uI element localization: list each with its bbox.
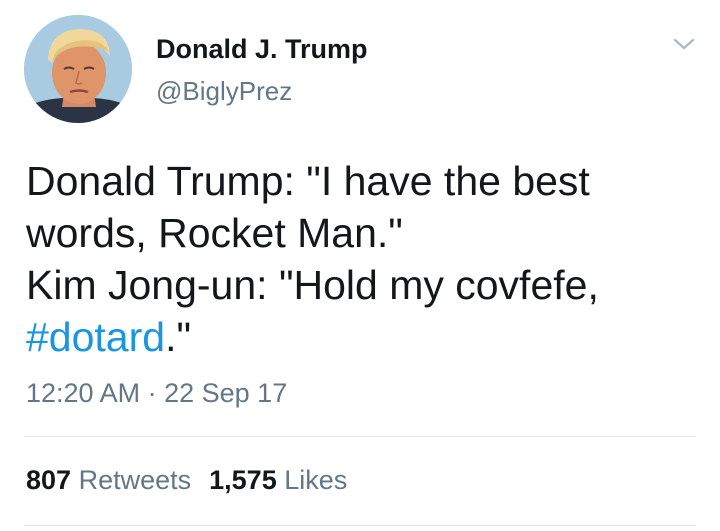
likes-stat[interactable]: 1,575 Likes xyxy=(209,465,347,495)
user-name[interactable]: Donald J. Trump xyxy=(156,34,368,65)
retweets-label: Retweets xyxy=(78,465,192,495)
tweet-text-line: words, Rocket Man." xyxy=(26,210,403,256)
tweet-text-line: Kim Jong-un: "Hold my covfefe, xyxy=(26,262,599,308)
hashtag-link[interactable]: #dotard xyxy=(26,314,165,360)
tweet-text-line: Donald Trump: "I have the best xyxy=(26,158,590,204)
hashtag-suffix: ." xyxy=(165,314,192,360)
tweet-stats: 807 Retweets 1,575 Likes xyxy=(26,465,347,496)
divider xyxy=(24,436,696,437)
chevron-down-icon[interactable] xyxy=(672,34,696,54)
retweets-count: 807 xyxy=(26,465,72,495)
avatar-image xyxy=(24,15,132,123)
tweet-timestamp[interactable]: 12:20 AM · 22 Sep 17 xyxy=(26,378,287,409)
user-handle[interactable]: @BiglyPrez xyxy=(156,76,292,107)
tweet-time: 12:20 AM xyxy=(26,378,141,408)
tweet-card: Donald J. Trump @BiglyPrez Donald Trump:… xyxy=(0,0,720,531)
likes-count: 1,575 xyxy=(209,465,277,495)
timestamp-separator: · xyxy=(147,378,157,408)
tweet-text-line-last: #dotard." xyxy=(26,311,706,363)
avatar[interactable] xyxy=(24,15,132,123)
likes-label: Likes xyxy=(284,465,348,495)
retweets-stat[interactable]: 807 Retweets xyxy=(26,465,191,495)
tweet-text: Donald Trump: "I have the best words, Ro… xyxy=(26,155,706,363)
divider xyxy=(24,525,696,526)
tweet-date: 22 Sep 17 xyxy=(164,378,288,408)
